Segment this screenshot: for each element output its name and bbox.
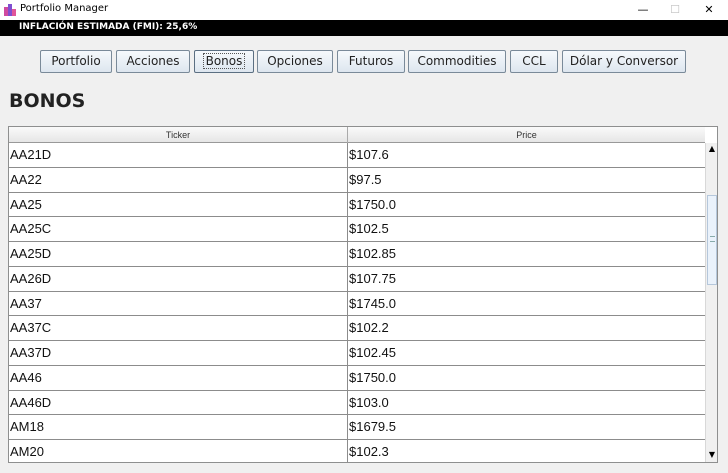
price-cell[interactable]: $107.6 <box>349 143 704 167</box>
ticker-cell[interactable]: AA25 <box>10 192 348 217</box>
table-row[interactable]: AA46D $103.0 <box>9 390 705 416</box>
column-header-price[interactable]: Price <box>348 127 705 143</box>
scroll-thumb[interactable] <box>707 195 717 285</box>
price-cell[interactable]: $103.0 <box>349 391 704 415</box>
grip-icon <box>710 236 715 242</box>
scroll-down-icon[interactable]: ▼ <box>706 449 717 461</box>
price-cell[interactable]: $102.45 <box>349 341 704 365</box>
table-row[interactable]: AA21D $107.6 <box>9 143 705 168</box>
price-cell[interactable]: $97.5 <box>349 168 704 192</box>
bonos-button[interactable]: Bonos <box>194 50 254 73</box>
futuros-button[interactable]: Futuros <box>337 50 405 73</box>
price-cell[interactable]: $1750.0 <box>349 366 704 390</box>
table-row[interactable]: AA26D $107.75 <box>9 266 705 292</box>
price-cell[interactable]: $1745.0 <box>349 292 704 316</box>
vertical-scrollbar[interactable]: ▲ ▼ <box>705 143 717 462</box>
ticker-cell[interactable]: AM20 <box>10 440 348 462</box>
ticker-cell[interactable]: AA46 <box>10 365 348 390</box>
ticker-cell[interactable]: AA37 <box>10 291 348 316</box>
close-icon[interactable]: ✕ <box>694 0 724 20</box>
price-cell[interactable]: $102.2 <box>349 316 704 340</box>
bonos-button-label: Bonos <box>202 53 246 69</box>
ticker-cell[interactable]: AA22 <box>10 167 348 192</box>
acciones-button[interactable]: Acciones <box>116 50 190 73</box>
table-row[interactable]: AA37 $1745.0 <box>9 291 705 317</box>
price-cell[interactable]: $102.85 <box>349 242 704 266</box>
ccl-button[interactable]: CCL <box>510 50 558 73</box>
app-icon <box>4 4 16 16</box>
section-title: BONOS <box>9 90 86 112</box>
window-title: Portfolio Manager <box>20 3 109 14</box>
column-header-ticker[interactable]: Ticker <box>9 127 348 143</box>
table-row[interactable]: AA46 $1750.0 <box>9 365 705 391</box>
ticker-cell[interactable]: AA37C <box>10 316 348 341</box>
scroll-up-icon[interactable]: ▲ <box>706 143 717 155</box>
commodities-button[interactable]: Commodities <box>408 50 506 73</box>
table-header: Ticker Price <box>9 127 705 143</box>
price-cell[interactable]: $107.75 <box>349 267 704 291</box>
table-row[interactable]: AA25C $102.5 <box>9 217 705 242</box>
price-cell[interactable]: $102.5 <box>349 217 704 241</box>
maximize-icon[interactable]: ☐ <box>660 0 690 20</box>
title-bar: Portfolio Manager — ☐ ✕ <box>0 0 728 20</box>
price-cell[interactable]: $102.3 <box>349 440 704 462</box>
dolar-conversor-button[interactable]: Dólar y Conversor <box>562 50 686 73</box>
ticker-cell[interactable]: AA21D <box>10 143 348 167</box>
ticker-cell[interactable]: AA25D <box>10 242 348 266</box>
table-row[interactable]: AM18 $1679.5 <box>9 415 705 440</box>
table-row[interactable]: AM20 $102.3 <box>9 440 705 462</box>
portfolio-button[interactable]: Portfolio <box>40 50 112 73</box>
ticker-cell[interactable]: AA26D <box>10 266 348 291</box>
opciones-button[interactable]: Opciones <box>257 50 333 73</box>
inflation-banner: INFLACIÓN ESTIMADA (FMI): 25,6% <box>0 20 728 36</box>
table-row[interactable]: AA37C $102.2 <box>9 316 705 341</box>
price-cell[interactable]: $1679.5 <box>349 415 704 439</box>
ticker-cell[interactable]: AA46D <box>10 390 348 415</box>
table-row[interactable]: AA22 $97.5 <box>9 167 705 193</box>
bonds-table: Ticker Price AA21D $107.6 AA22 $97.5 AA25 $17… <box>8 126 718 463</box>
table-row[interactable]: AA37D $102.45 <box>9 341 705 366</box>
ticker-cell[interactable]: AM18 <box>10 415 348 440</box>
table-row[interactable]: AA25D $102.85 <box>9 242 705 267</box>
table-body: AA21D $107.6 AA22 $97.5 AA25 $1750.0 AA25C $102… <box>9 143 705 462</box>
minimize-icon[interactable]: — <box>628 0 658 20</box>
ticker-cell[interactable]: AA37D <box>10 341 348 365</box>
ticker-cell[interactable]: AA25C <box>10 217 348 242</box>
table-row[interactable]: AA25 $1750.0 <box>9 192 705 218</box>
price-cell[interactable]: $1750.0 <box>349 193 704 217</box>
inflation-text: INFLACIÓN ESTIMADA (FMI): 25,6% <box>19 22 198 32</box>
